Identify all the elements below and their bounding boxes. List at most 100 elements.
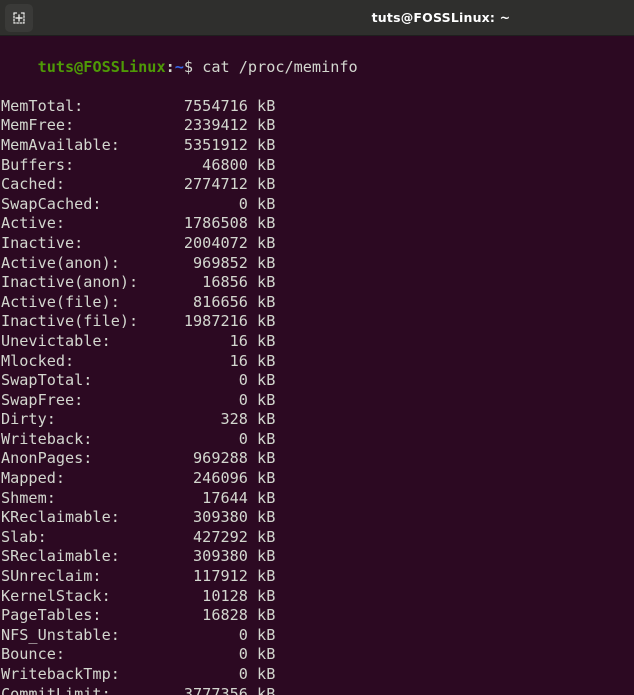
meminfo-unit: kB	[247, 429, 276, 448]
meminfo-unit: kB	[247, 96, 276, 115]
meminfo-row: Active: 1786508 kB	[1, 214, 634, 234]
meminfo-output-list: MemTotal: 7554716 kB MemFree: 2339412 kB M…	[1, 97, 634, 695]
meminfo-row: SwapFree: 0 kB	[1, 391, 634, 411]
meminfo-row: NFS_Unstable: 0 kB	[1, 626, 634, 646]
meminfo-value: 17644	[147, 488, 248, 507]
terminal-command: cat /proc/meminfo	[193, 57, 358, 76]
meminfo-key: Mlocked:	[1, 351, 148, 370]
meminfo-value: 0	[147, 665, 248, 683]
meminfo-value: 246096	[147, 469, 248, 488]
meminfo-key: PageTables:	[1, 606, 148, 625]
meminfo-row: KernelStack: 10128 kB	[1, 587, 634, 607]
meminfo-row: CommitLimit: 3777356 kB	[1, 685, 634, 695]
meminfo-key: AnonPages:	[1, 449, 148, 468]
meminfo-unit: kB	[247, 214, 276, 233]
meminfo-value: 0	[147, 429, 248, 448]
meminfo-row: Inactive(file): 1987216 kB	[1, 312, 634, 332]
window-titlebar: tuts@FOSSLinux: ~	[0, 0, 634, 36]
meminfo-row: MemFree: 2339412 kB	[1, 116, 634, 136]
meminfo-key: Slab:	[1, 527, 148, 546]
meminfo-unit: kB	[247, 488, 276, 507]
meminfo-key: SwapTotal:	[1, 371, 148, 390]
prompt-colon: :	[165, 57, 175, 76]
meminfo-value: 309380	[147, 508, 248, 527]
meminfo-value: 0	[147, 194, 248, 213]
meminfo-value: 10128	[147, 586, 248, 605]
meminfo-key: Unevictable:	[1, 331, 148, 350]
meminfo-unit: kB	[247, 292, 276, 311]
meminfo-row: Bounce: 0 kB	[1, 645, 634, 665]
meminfo-row: Buffers: 46800 kB	[1, 156, 634, 176]
meminfo-row: MemAvailable: 5351912 kB	[1, 136, 634, 156]
meminfo-row: Writeback: 0 kB	[1, 430, 634, 450]
meminfo-value: 46800	[147, 155, 248, 174]
meminfo-key: NFS_Unstable:	[1, 625, 148, 644]
meminfo-key: Active:	[1, 214, 148, 233]
meminfo-key: Dirty:	[1, 410, 148, 429]
terminal-output-area[interactable]: tuts@FOSSLinux:~$ cat /proc/meminfo MemT…	[0, 36, 634, 695]
meminfo-key: Inactive(anon):	[1, 273, 148, 292]
meminfo-unit: kB	[247, 449, 276, 468]
meminfo-row: MemTotal: 7554716 kB	[1, 97, 634, 117]
meminfo-key: MemAvailable:	[1, 135, 148, 154]
meminfo-row: PageTables: 16828 kB	[1, 606, 634, 626]
meminfo-key: KernelStack:	[1, 586, 148, 605]
meminfo-row: Dirty: 328 kB	[1, 410, 634, 430]
meminfo-key: Inactive(file):	[1, 312, 148, 331]
meminfo-unit: kB	[247, 665, 276, 683]
meminfo-unit: kB	[247, 625, 276, 644]
meminfo-value: 16828	[147, 606, 248, 625]
meminfo-unit: kB	[247, 351, 276, 370]
meminfo-row: Mapped: 246096 kB	[1, 469, 634, 489]
meminfo-unit: kB	[247, 684, 276, 695]
meminfo-unit: kB	[247, 371, 276, 390]
meminfo-row: Cached: 2774712 kB	[1, 175, 634, 195]
meminfo-key: SwapCached:	[1, 194, 148, 213]
meminfo-row: Slab: 427292 kB	[1, 528, 634, 548]
meminfo-value: 5351912	[147, 135, 248, 154]
meminfo-key: CommitLimit:	[1, 684, 148, 695]
meminfo-unit: kB	[247, 469, 276, 488]
meminfo-key: SwapFree:	[1, 390, 148, 409]
meminfo-value: 969852	[147, 253, 248, 272]
meminfo-row: Mlocked: 16 kB	[1, 352, 634, 372]
meminfo-unit: kB	[247, 233, 276, 252]
meminfo-unit: kB	[247, 331, 276, 350]
meminfo-row: SwapTotal: 0 kB	[1, 371, 634, 391]
meminfo-unit: kB	[247, 253, 276, 272]
meminfo-row: WritebackTmp: 0 kB	[1, 665, 634, 685]
meminfo-value: 16	[147, 351, 248, 370]
meminfo-row: Shmem: 17644 kB	[1, 489, 634, 509]
prompt-path: ~	[174, 57, 184, 76]
meminfo-value: 117912	[147, 567, 248, 586]
meminfo-value: 0	[147, 625, 248, 644]
meminfo-unit: kB	[247, 312, 276, 331]
meminfo-value: 969288	[147, 449, 248, 468]
meminfo-value: 0	[147, 371, 248, 390]
meminfo-key: Inactive:	[1, 233, 148, 252]
meminfo-value: 16856	[147, 273, 248, 292]
meminfo-row: Active(file): 816656 kB	[1, 293, 634, 313]
meminfo-value: 7554716	[147, 96, 248, 115]
meminfo-key: Buffers:	[1, 155, 148, 174]
prompt-symbol: $	[183, 57, 194, 76]
meminfo-key: Active(file):	[1, 292, 148, 311]
meminfo-key: SUnreclaim:	[1, 567, 148, 586]
meminfo-unit: kB	[247, 194, 276, 213]
meminfo-unit: kB	[247, 645, 276, 664]
meminfo-unit: kB	[247, 567, 276, 586]
meminfo-value: 3777356	[147, 684, 248, 695]
meminfo-unit: kB	[247, 390, 276, 409]
prompt-user-host: tuts@FOSSLinux	[37, 57, 166, 76]
meminfo-key: Cached:	[1, 175, 148, 194]
meminfo-unit: kB	[247, 116, 276, 135]
meminfo-row: KReclaimable: 309380 kB	[1, 508, 634, 528]
meminfo-unit: kB	[247, 508, 276, 527]
meminfo-value: 1987216	[147, 312, 248, 331]
meminfo-key: WritebackTmp:	[1, 665, 148, 683]
meminfo-value: 0	[147, 390, 248, 409]
meminfo-value: 2004072	[147, 233, 248, 252]
meminfo-value: 1786508	[147, 214, 248, 233]
meminfo-key: MemTotal:	[1, 96, 148, 115]
meminfo-key: Shmem:	[1, 488, 148, 507]
